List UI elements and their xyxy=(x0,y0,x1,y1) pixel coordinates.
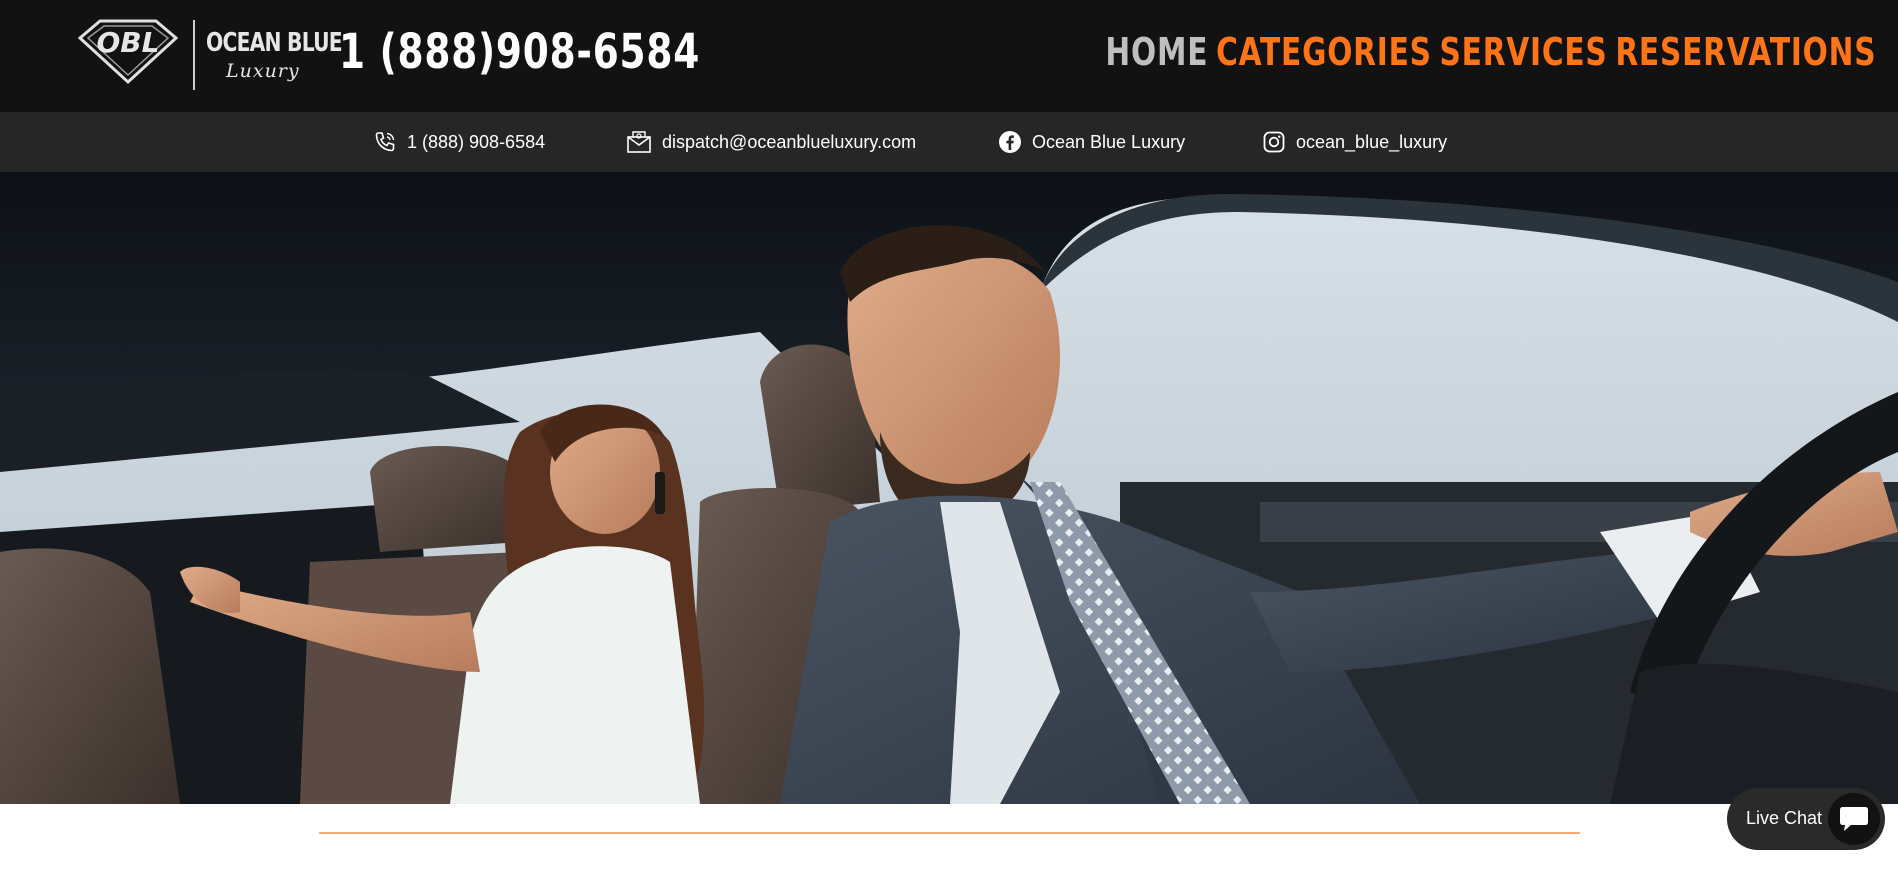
contact-instagram[interactable]: ocean_blue_luxury xyxy=(1262,112,1447,172)
hero-image xyxy=(0,172,1898,804)
contact-instagram-text: ocean_blue_luxury xyxy=(1296,131,1448,152)
brand-logo[interactable]: OBL OCEAN BLUE Luxury xyxy=(78,18,343,92)
chat-bubble-icon xyxy=(1840,807,1868,831)
nav-services[interactable]: SERVICES xyxy=(1439,30,1607,74)
live-chat-button[interactable]: Live Chat xyxy=(1727,788,1885,850)
site-header: OBL OCEAN BLUE Luxury 1 (888)908-6584 HO… xyxy=(0,0,1898,112)
logo-tagline: Luxury xyxy=(226,60,300,82)
nav-categories[interactable]: CATEGORIES xyxy=(1216,30,1432,74)
chat-bubble-icon-wrap xyxy=(1828,793,1880,845)
hero-photo-illustration xyxy=(0,172,1898,804)
nav-home[interactable]: HOME xyxy=(1105,30,1208,74)
contact-facebook[interactable]: Ocean Blue Luxury xyxy=(998,112,1185,172)
contact-email-text: dispatch@oceanblueluxury.com xyxy=(662,131,917,152)
live-chat-label: Live Chat xyxy=(1746,808,1823,828)
phone-icon xyxy=(375,132,395,152)
facebook-icon xyxy=(999,131,1021,153)
logo-wordmark: OCEAN BLUE xyxy=(206,28,343,58)
svg-text:OBL: OBL xyxy=(97,26,160,59)
instagram-icon xyxy=(1263,131,1285,153)
section-divider xyxy=(319,832,1580,834)
main-nav: HOME CATEGORIES SERVICES RESERVATIONS xyxy=(1105,30,1876,74)
contact-phone[interactable]: 1 (888) 908-6584 xyxy=(373,112,545,172)
contact-email[interactable]: dispatch@oceanblueluxury.com xyxy=(626,112,916,172)
contact-facebook-text: Ocean Blue Luxury xyxy=(1032,131,1186,152)
logo-divider xyxy=(193,20,195,90)
nav-reservations[interactable]: RESERVATIONS xyxy=(1615,30,1876,74)
header-phone-number[interactable]: 1 (888)908-6584 xyxy=(339,24,700,80)
contact-phone-text: 1 (888) 908-6584 xyxy=(407,131,546,152)
contact-info-bar: 1 (888) 908-6584 dispatch@oceanblueluxur… xyxy=(0,112,1898,172)
diamond-logo-icon: OBL xyxy=(78,19,178,85)
mail-icon xyxy=(627,131,651,153)
